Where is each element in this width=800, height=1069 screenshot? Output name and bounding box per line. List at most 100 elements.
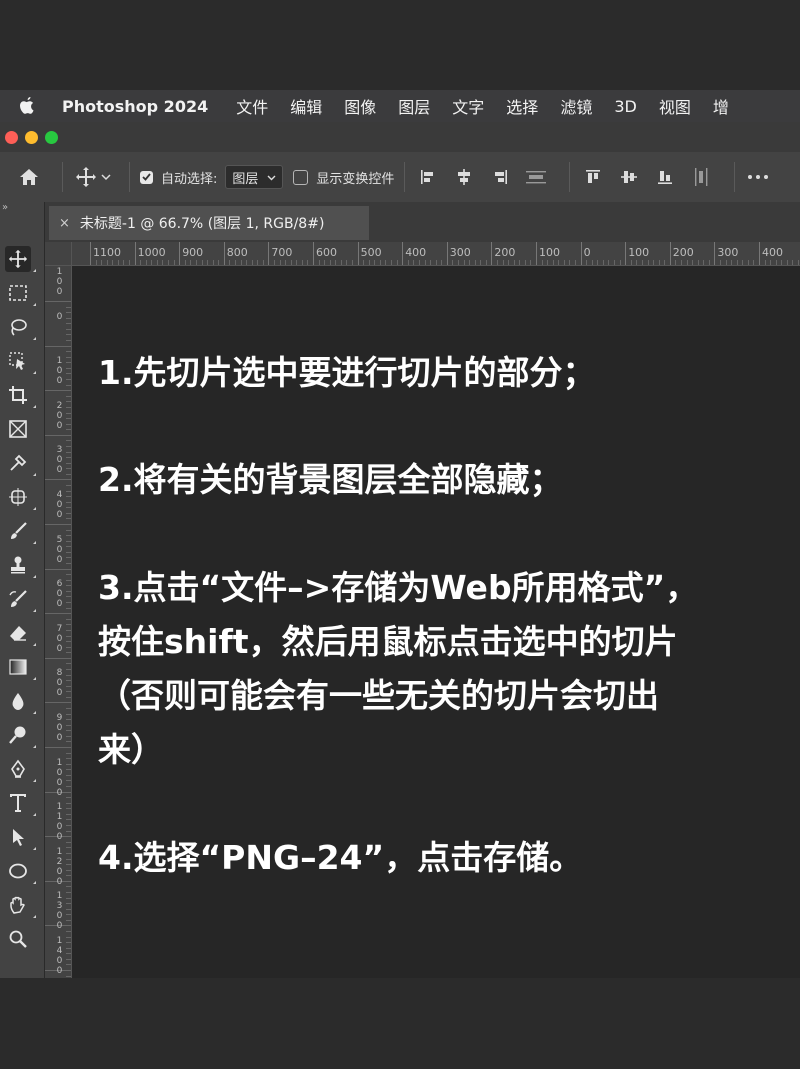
ruler-minor-tick [66,769,71,771]
ruler-minor-tick [66,323,71,325]
divider [734,162,736,192]
align-vertical-center-icon[interactable] [616,164,642,190]
align-horizontal-center-icon[interactable] [451,164,477,190]
canvas-text-step3-cont1: 按住shift，然后用鼠标点击选中的切片 [98,622,678,661]
menu-3d[interactable]: 3D [614,97,637,116]
ruler-minor-tick [391,260,393,265]
ruler-minor-tick [123,260,125,265]
ruler-major-tick [714,242,716,265]
ruler-minor-tick [66,579,71,581]
auto-select-checkbox[interactable] [140,170,153,184]
ruler-minor-tick [66,395,71,397]
ruler-minor-tick [66,858,71,860]
ruler-minor-tick [66,897,71,899]
brush-tool[interactable] [5,518,36,544]
auto-select-target-value: 图层 [232,171,259,187]
ruler-minor-tick [770,260,772,265]
apple-icon[interactable] [18,95,40,117]
type-tool[interactable] [5,790,36,816]
crop-tool[interactable] [5,382,36,408]
ruler-minor-tick [352,260,354,265]
path-select-tool[interactable] [5,824,36,850]
ruler-minor-tick [66,484,71,486]
history-brush-tool[interactable] [5,586,36,612]
distribute-vertical-icon[interactable] [523,164,549,190]
spot-heal-tool[interactable] [5,484,36,510]
horizontal-ruler[interactable]: 1100 1000 900 800 700 600 500 400 300 200 100 0 100 2… [72,242,800,266]
ellipse-tool[interactable] [5,858,36,884]
ruler-major-tick [45,434,71,436]
ruler-minor-tick [586,260,588,265]
ruler-minor-tick [66,652,71,654]
eyedropper-tool[interactable] [5,450,36,476]
move-tool[interactable] [5,246,36,272]
ruler-minor-tick [664,260,666,265]
marquee-tool[interactable] [5,280,36,306]
ruler-minor-tick [658,260,660,265]
ruler-minor-tick [66,908,71,910]
dodge-tool[interactable] [5,722,36,748]
align-bottom-icon[interactable] [652,164,678,190]
pen-tool[interactable] [5,756,36,782]
stamp-tool[interactable] [5,552,36,578]
ruler-minor-tick [66,891,71,893]
ruler-label: 900 [56,713,63,743]
ruler-minor-tick [747,260,749,265]
ruler-minor-tick [457,260,459,265]
canvas-text-step3-cont2: （否则可能会有一些无关的切片会切出 [98,676,659,715]
ruler-major-tick [446,242,448,265]
ruler-minor-tick [725,260,727,265]
ruler-minor-tick [66,496,71,498]
zoom-window-button[interactable] [45,130,58,144]
more-options-icon[interactable] [745,164,771,190]
minimize-window-button[interactable] [25,130,38,144]
menu-file[interactable]: 文件 [236,94,268,118]
menu-select[interactable]: 选择 [506,94,538,118]
menu-type[interactable]: 文字 [452,94,484,118]
menu-filter[interactable]: 滤镜 [560,94,592,118]
collapse-panel-icon[interactable]: » [2,202,8,213]
align-left-icon[interactable] [415,164,441,190]
ruler-minor-tick [66,797,71,799]
blur-tool[interactable] [5,688,36,714]
ruler-minor-tick [257,260,259,265]
menu-image[interactable]: 图像 [344,94,376,118]
ruler-minor-tick [66,646,71,648]
vertical-ruler[interactable]: 100 0 100 200 300 400 500 600 700 800 900 1000 1100 1… [45,266,72,978]
close-window-button[interactable] [5,130,18,144]
document-tab[interactable]: × 未标题-1 @ 66.7% (图层 1, RGB/8#) [49,206,369,240]
menu-view[interactable]: 视图 [659,94,691,118]
menu-edit[interactable]: 编辑 [290,94,322,118]
hand-tool[interactable] [5,892,36,918]
ruler-minor-tick [396,260,398,265]
close-tab-icon[interactable]: × [59,216,70,231]
menu-plugins[interactable]: 增 [713,94,729,118]
move-tool-preset-icon[interactable] [73,164,99,190]
distribute-horizontal-icon[interactable] [688,164,714,190]
align-right-icon[interactable] [487,164,513,190]
show-transform-checkbox[interactable] [293,169,309,185]
ruler-origin[interactable] [45,242,72,266]
app-name-menu[interactable]: Photoshop 2024 [62,97,208,116]
menu-layer[interactable]: 图层 [398,94,430,118]
ruler-minor-tick [775,260,777,265]
ruler-label: 400 [762,246,783,259]
chevron-down-icon[interactable] [101,170,111,185]
ruler-minor-tick [541,260,543,265]
ruler-minor-tick [66,451,71,453]
canvas-text-step1: 1.先切片选中要进行切片的部分； [98,353,596,392]
frame-tool[interactable] [5,416,31,442]
chevron-down-icon [267,170,276,185]
gradient-tool[interactable] [5,654,36,680]
ruler-minor-tick [66,551,71,553]
align-top-icon[interactable] [580,164,606,190]
ruler-minor-tick [66,362,71,364]
ruler-minor-tick [374,260,376,265]
auto-select-target-dropdown[interactable]: 图层 [225,165,284,189]
document-canvas[interactable]: 1.先切片选中要进行切片的部分； 2.将有关的背景图层全部隐藏； 3.点击“文件… [72,266,800,978]
eraser-tool[interactable] [5,620,36,646]
lasso-tool[interactable] [5,314,36,340]
home-icon[interactable] [16,164,42,190]
zoom-tool[interactable] [5,926,31,952]
object-select-tool[interactable] [5,348,36,374]
